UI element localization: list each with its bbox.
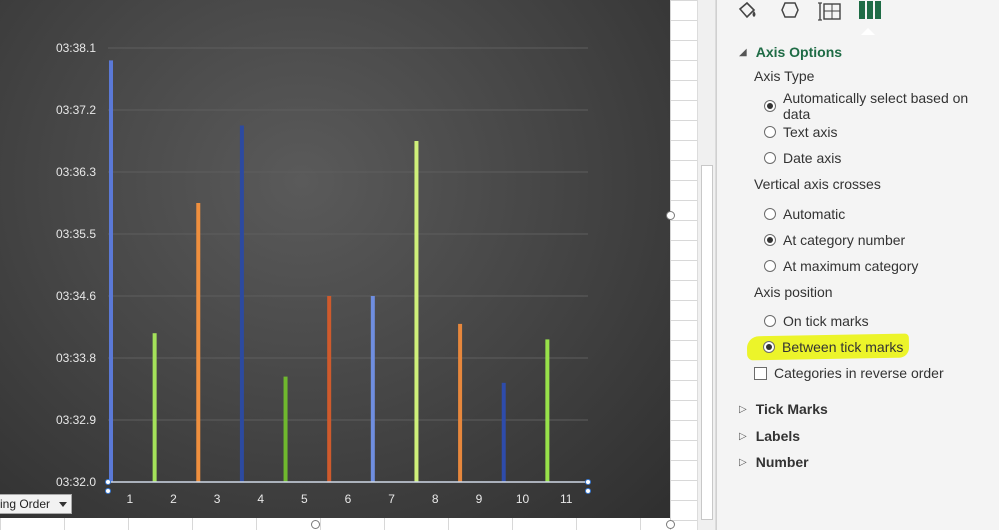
bar[interactable] [458,323,463,482]
bar[interactable] [152,333,157,482]
x-tick-label: 11 [560,492,573,506]
radio-between-tick-marks[interactable]: Between tick marks [763,337,903,357]
bar[interactable] [239,125,244,483]
resize-handle-bottom-right[interactable] [666,520,675,529]
resize-handle-right[interactable] [666,211,675,220]
x-tick-label: 6 [345,492,352,506]
x-tick-label: 5 [301,492,308,506]
x-tick-label: 8 [432,492,439,506]
active-tab-indicator [861,28,875,35]
vertical-scrollbar[interactable] [697,0,716,530]
x-tick-label: 2 [170,492,177,506]
radio-label: Automatically select based on data [783,90,969,122]
radio-on-tick-marks[interactable]: On tick marks [764,311,869,331]
radio-auto-select[interactable]: Automatically select based on data [764,90,999,122]
fill-line-tab-icon[interactable] [735,0,761,22]
sheet-grid-bottom [0,518,670,530]
radio-button[interactable] [764,100,776,112]
size-properties-tab-icon[interactable] [817,0,843,22]
y-tick-label: 03:34.6 [56,289,96,303]
bar[interactable] [370,296,375,482]
axis-selection-handle[interactable] [105,479,111,485]
x-tick-label: 1 [126,492,133,506]
axis-selection-handle[interactable] [585,479,591,485]
sheet-grid [670,0,698,530]
scrollbar-thumb[interactable] [701,165,713,520]
axis-type-label: Axis Type [754,68,815,84]
bar[interactable] [414,141,419,482]
x-tick-label: 7 [388,492,395,506]
axis-position-label: Axis position [754,284,833,300]
x-tick-label: 9 [476,492,483,506]
radio-button[interactable] [764,315,776,327]
radio-text-axis[interactable]: Text axis [764,122,837,142]
x-tick-label: 10 [516,492,530,506]
bar[interactable] [109,60,113,483]
x-tick-label: 3 [214,492,221,506]
radio-button[interactable] [764,208,776,220]
labels-title: Labels [755,428,801,444]
radio-button[interactable] [763,341,775,353]
radio-crosses-automatic[interactable]: Automatic [764,204,845,224]
checkbox-reverse-order[interactable]: Categories in reverse order [754,363,944,383]
x-tick-label: 4 [257,492,264,506]
axis-selection-handle[interactable] [585,488,591,494]
tick-marks-title: Tick Marks [755,401,828,417]
radio-label: At maximum category [783,258,919,274]
radio-label: Automatic [783,206,846,222]
resize-handle-bottom[interactable] [311,520,320,529]
bar[interactable] [327,296,332,482]
field-filter-label: ing Order [0,497,51,511]
expand-triangle-icon: ▷ [739,456,747,468]
y-tick-label: 03:37.2 [56,103,96,117]
radio-button[interactable] [764,260,776,272]
chart-area[interactable]: 03:32.0 03:32.9 03:33.8 03:34.6 03:35.5 03:36… [0,0,670,518]
radio-button[interactable] [764,126,776,138]
radio-label: At category number [783,232,906,248]
checkbox-label: Categories in reverse order [774,365,944,381]
radio-label: Date axis [783,150,842,166]
pane-tabs [717,0,999,35]
y-tick-label: 03:32.9 [56,413,96,427]
expand-triangle-icon: ▷ [739,430,747,442]
axis-options-title: Axis Options [755,44,843,60]
format-axis-pane: ◢ Axis Options Axis Type Automatically s… [716,0,999,530]
collapse-triangle-icon: ◢ [739,46,747,58]
radio-date-axis[interactable]: Date axis [764,148,841,168]
radio-label: Between tick marks [782,339,904,355]
radio-button[interactable] [764,152,776,164]
checkbox[interactable] [754,366,767,380]
dropdown-arrow-icon [59,501,67,507]
y-tick-label: 03:32.0 [56,475,96,489]
axis-options-tab-icon[interactable] [857,0,883,22]
radio-crosses-category-number[interactable]: At category number [764,230,905,250]
field-filter-button[interactable]: ing Order [0,494,72,514]
bar[interactable] [283,376,288,482]
y-tick-label: 03:36.3 [56,165,96,179]
labels-section-toggle[interactable]: ▷ Labels [739,428,800,444]
bar-chart[interactable]: 03:32.0 03:32.9 03:33.8 03:34.6 03:35.5 03:36… [0,0,670,518]
vertical-axis-crosses-label: Vertical axis crosses [754,176,881,192]
radio-button[interactable] [764,234,776,246]
y-tick-label: 03:33.8 [56,351,96,365]
y-tick-label: 03:38.1 [56,41,96,55]
y-tick-label: 03:35.5 [56,227,96,241]
axis-options-section-toggle[interactable]: ◢ Axis Options [739,44,842,60]
effects-tab-icon[interactable] [777,0,803,22]
bar[interactable] [545,339,550,482]
number-title: Number [755,454,809,470]
tick-marks-section-toggle[interactable]: ▷ Tick Marks [739,401,828,417]
radio-label: Text axis [783,124,838,140]
axis-selection-handle[interactable] [105,488,111,494]
number-section-toggle[interactable]: ▷ Number [739,454,809,470]
bar[interactable] [501,382,506,482]
radio-label: On tick marks [783,313,869,329]
expand-triangle-icon: ▷ [739,403,747,415]
bar[interactable] [196,203,201,482]
radio-crosses-max-category[interactable]: At maximum category [764,256,918,276]
